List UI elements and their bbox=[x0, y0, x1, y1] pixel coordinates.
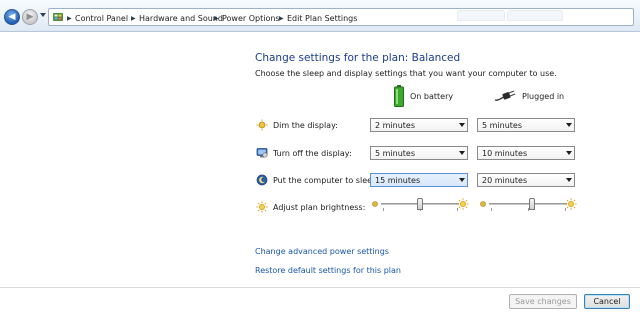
ghost-tab bbox=[507, 10, 563, 21]
dim-sun-icon bbox=[480, 201, 486, 207]
dim-display-battery-select[interactable]: 2 minutes bbox=[370, 118, 468, 132]
sleep-moon-icon bbox=[256, 174, 268, 186]
brightness-sun-icon bbox=[256, 201, 268, 213]
plugged-in-label: Plugged in bbox=[522, 91, 565, 101]
dim-display-plugged-value: 5 minutes bbox=[482, 120, 523, 130]
dim-display-row-label: Dim the display: bbox=[256, 118, 338, 132]
sleep-plugged-value: 20 minutes bbox=[482, 175, 528, 185]
dim-sun-icon bbox=[372, 201, 378, 207]
slider-tick bbox=[491, 208, 492, 211]
breadcrumb-separator-icon[interactable]: ▶ bbox=[279, 12, 284, 24]
turn-off-display-label: Turn off the display: bbox=[273, 148, 352, 158]
turn-off-display-row-label: Turn off the display: bbox=[256, 146, 352, 160]
slider-tick bbox=[383, 208, 384, 211]
bright-sun-icon bbox=[565, 198, 577, 210]
save-changes-button[interactable]: Save changes bbox=[509, 294, 577, 309]
dim-display-battery-value: 2 minutes bbox=[375, 120, 416, 130]
chevron-down-icon bbox=[457, 119, 467, 131]
turn-off-display-battery-select[interactable]: 5 minutes bbox=[370, 146, 468, 160]
monitor-icon bbox=[256, 148, 268, 158]
dim-display-label: Dim the display: bbox=[273, 120, 338, 130]
chevron-down-icon bbox=[457, 174, 467, 186]
breadcrumb-edit-plan-settings[interactable]: Edit Plan Settings bbox=[287, 12, 357, 24]
breadcrumb-hardware-and-sound[interactable]: Hardware and Sound bbox=[139, 12, 223, 24]
control-panel-icon bbox=[53, 13, 63, 21]
sleep-label: Put the computer to sleep: bbox=[273, 175, 380, 185]
restore-defaults-link[interactable]: Restore default settings for this plan bbox=[255, 266, 401, 275]
footer-bar: Save changes Cancel bbox=[0, 287, 640, 314]
turn-off-display-battery-value: 5 minutes bbox=[375, 148, 416, 158]
breadcrumb-separator-icon: ▶ bbox=[67, 14, 72, 22]
dim-sun-icon bbox=[256, 119, 268, 131]
back-button[interactable]: ◀ bbox=[4, 9, 20, 25]
power-plug-icon bbox=[494, 90, 516, 101]
chevron-down-icon bbox=[564, 174, 574, 186]
brightness-plugged-slider[interactable] bbox=[479, 197, 577, 211]
dim-display-plugged-select[interactable]: 5 minutes bbox=[477, 118, 575, 132]
battery-icon bbox=[394, 85, 404, 107]
brightness-battery-slider[interactable] bbox=[371, 197, 469, 211]
change-advanced-settings-link[interactable]: Change advanced power settings bbox=[255, 247, 389, 256]
ghost-tab bbox=[457, 10, 505, 21]
on-battery-label: On battery bbox=[410, 91, 454, 101]
recent-pages-dropdown-icon[interactable] bbox=[40, 13, 46, 17]
forward-button[interactable]: ▶ bbox=[22, 9, 38, 25]
column-header-on-battery: On battery bbox=[394, 84, 453, 108]
page-subtitle: Choose the sleep and display settings th… bbox=[255, 69, 557, 78]
bright-sun-icon bbox=[457, 198, 469, 210]
arrow-left-icon: ◀ bbox=[8, 12, 16, 22]
sleep-battery-value: 15 minutes bbox=[375, 175, 421, 185]
chevron-down-icon bbox=[457, 147, 467, 159]
slider-thumb[interactable] bbox=[417, 198, 423, 210]
column-header-plugged-in: Plugged in bbox=[494, 84, 564, 108]
brightness-row-label: Adjust plan brightness: bbox=[256, 200, 365, 214]
breadcrumb-separator-icon[interactable]: ▶ bbox=[214, 12, 219, 24]
chevron-down-icon bbox=[564, 147, 574, 159]
turn-off-display-plugged-value: 10 minutes bbox=[482, 148, 528, 158]
sleep-battery-select[interactable]: 15 minutes bbox=[370, 173, 468, 187]
chevron-down-icon bbox=[564, 119, 574, 131]
address-bar[interactable]: ▶ Control Panel ▶ Hardware and Sound ▶ P… bbox=[48, 8, 634, 26]
arrow-right-icon: ▶ bbox=[26, 12, 34, 22]
breadcrumb-power-options[interactable]: Power Options bbox=[222, 12, 280, 24]
slider-thumb[interactable] bbox=[528, 198, 535, 210]
sleep-plugged-select[interactable]: 20 minutes bbox=[477, 173, 575, 187]
turn-off-display-plugged-select[interactable]: 10 minutes bbox=[477, 146, 575, 160]
cancel-button[interactable]: Cancel bbox=[584, 294, 630, 309]
breadcrumb-separator-icon[interactable]: ▶ bbox=[131, 12, 136, 24]
brightness-label: Adjust plan brightness: bbox=[273, 202, 366, 212]
breadcrumb-control-panel[interactable]: Control Panel bbox=[75, 12, 128, 24]
page-title: Change settings for the plan: Balanced bbox=[255, 52, 461, 64]
sleep-row-label: Put the computer to sleep: bbox=[256, 173, 380, 187]
navigation-bar: ◀ ▶ ▶ Control Panel ▶ Hardware and Sound… bbox=[0, 0, 640, 32]
